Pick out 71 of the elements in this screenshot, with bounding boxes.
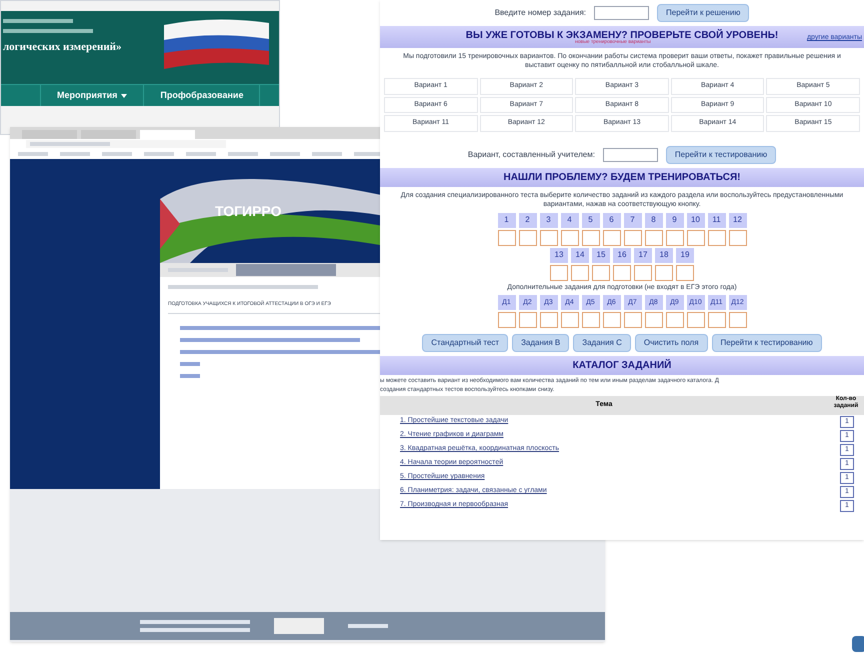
task-count-field[interactable]	[686, 312, 704, 328]
menu-item[interactable]: Мероприятия	[41, 85, 144, 106]
counter-widget	[274, 618, 324, 634]
task-count-field[interactable]	[518, 312, 536, 328]
task-count-field[interactable]	[624, 230, 642, 246]
task-count-field[interactable]	[582, 230, 600, 246]
task-count-field[interactable]	[582, 312, 600, 328]
task-number-button[interactable]: 6	[602, 212, 620, 228]
task-number-button[interactable]: 8	[644, 212, 662, 228]
task-number-button[interactable]: 1	[498, 212, 516, 228]
task-number-button[interactable]: 4	[560, 212, 578, 228]
go-to-solution-button[interactable]: Перейти к решению	[657, 4, 750, 22]
preset-button[interactable]: Стандартный тест	[422, 334, 508, 352]
app-icon	[852, 636, 864, 652]
task-count-field[interactable]	[592, 264, 610, 281]
task-count-field[interactable]	[634, 264, 652, 281]
task-count-field[interactable]	[571, 264, 589, 281]
task-number-field[interactable]	[594, 6, 650, 20]
task-count-field[interactable]	[560, 312, 578, 328]
task-number-button[interactable]: 9	[666, 212, 684, 228]
task-count-field[interactable]	[540, 312, 558, 328]
preset-button[interactable]: Задания B	[512, 334, 570, 352]
task-number-button[interactable]: 7	[624, 212, 642, 228]
task-count-field[interactable]	[644, 230, 662, 246]
task-number-button[interactable]: 13	[550, 248, 568, 263]
task-count-field[interactable]	[655, 264, 673, 281]
task-number-button[interactable]: 16	[613, 248, 631, 263]
task-count-field[interactable]	[602, 230, 620, 246]
task-count-field[interactable]	[498, 312, 516, 328]
task-number-button[interactable]: 17	[634, 248, 652, 263]
task-number-button[interactable]: 18	[655, 248, 673, 263]
task-count-field[interactable]	[666, 230, 684, 246]
site-logo: ТОГИРРО	[215, 202, 282, 220]
task-count-field[interactable]	[540, 230, 558, 246]
task-number-button[interactable]: 19	[676, 248, 694, 263]
task-count-field[interactable]	[708, 230, 726, 246]
task-count-field[interactable]	[686, 230, 704, 246]
task-number-button[interactable]: 14	[571, 248, 589, 263]
task-count-field[interactable]	[550, 264, 568, 281]
address-bar[interactable]	[26, 140, 226, 148]
section-header: НАШЛИ ПРОБЛЕМУ? БУДЕМ ТРЕНИРОВАТЬСЯ!	[380, 168, 864, 187]
task-count-field[interactable]	[728, 230, 746, 246]
preset-button[interactable]: Перейти к тестированию	[712, 334, 822, 352]
task-count-field[interactable]	[728, 312, 746, 328]
task-number-button[interactable]: 11	[708, 212, 726, 228]
preset-button[interactable]: Очистить поля	[634, 334, 708, 352]
caret-icon	[121, 94, 128, 98]
task-count-field[interactable]	[708, 312, 726, 328]
task-count-field[interactable]	[518, 230, 536, 246]
task-number-button[interactable]: 3	[540, 212, 558, 228]
start-test-button[interactable]: Перейти к тестированию	[666, 146, 776, 164]
teacher-variant-label: Вариант, составленный учителем:	[468, 148, 595, 161]
task-count-field[interactable]	[666, 312, 684, 328]
organization-name: логических измерений»	[3, 40, 122, 55]
task-count-field[interactable]	[644, 312, 662, 328]
task-number-button[interactable]: 10	[686, 212, 704, 228]
task-count-field[interactable]	[624, 312, 642, 328]
task-count-field[interactable]	[676, 264, 694, 281]
task-count-field[interactable]	[498, 230, 516, 246]
menu-item[interactable]: Профобразование	[144, 85, 260, 106]
task-count-field[interactable]	[602, 312, 620, 328]
task-number-button[interactable]: 15	[592, 248, 610, 263]
preset-button[interactable]: Задания C	[573, 334, 631, 352]
task-number-label: Введите номер задания:	[494, 7, 586, 19]
task-count-field[interactable]	[613, 264, 631, 281]
task-count-field[interactable]	[560, 230, 578, 246]
section-header: КАТАЛОГ ЗАДАНИЙ	[380, 356, 864, 376]
task-number-button[interactable]: 2	[518, 212, 536, 228]
teacher-variant-field[interactable]	[602, 148, 658, 162]
task-number-button[interactable]: 5	[582, 212, 600, 228]
task-number-button[interactable]: 12	[728, 212, 746, 228]
